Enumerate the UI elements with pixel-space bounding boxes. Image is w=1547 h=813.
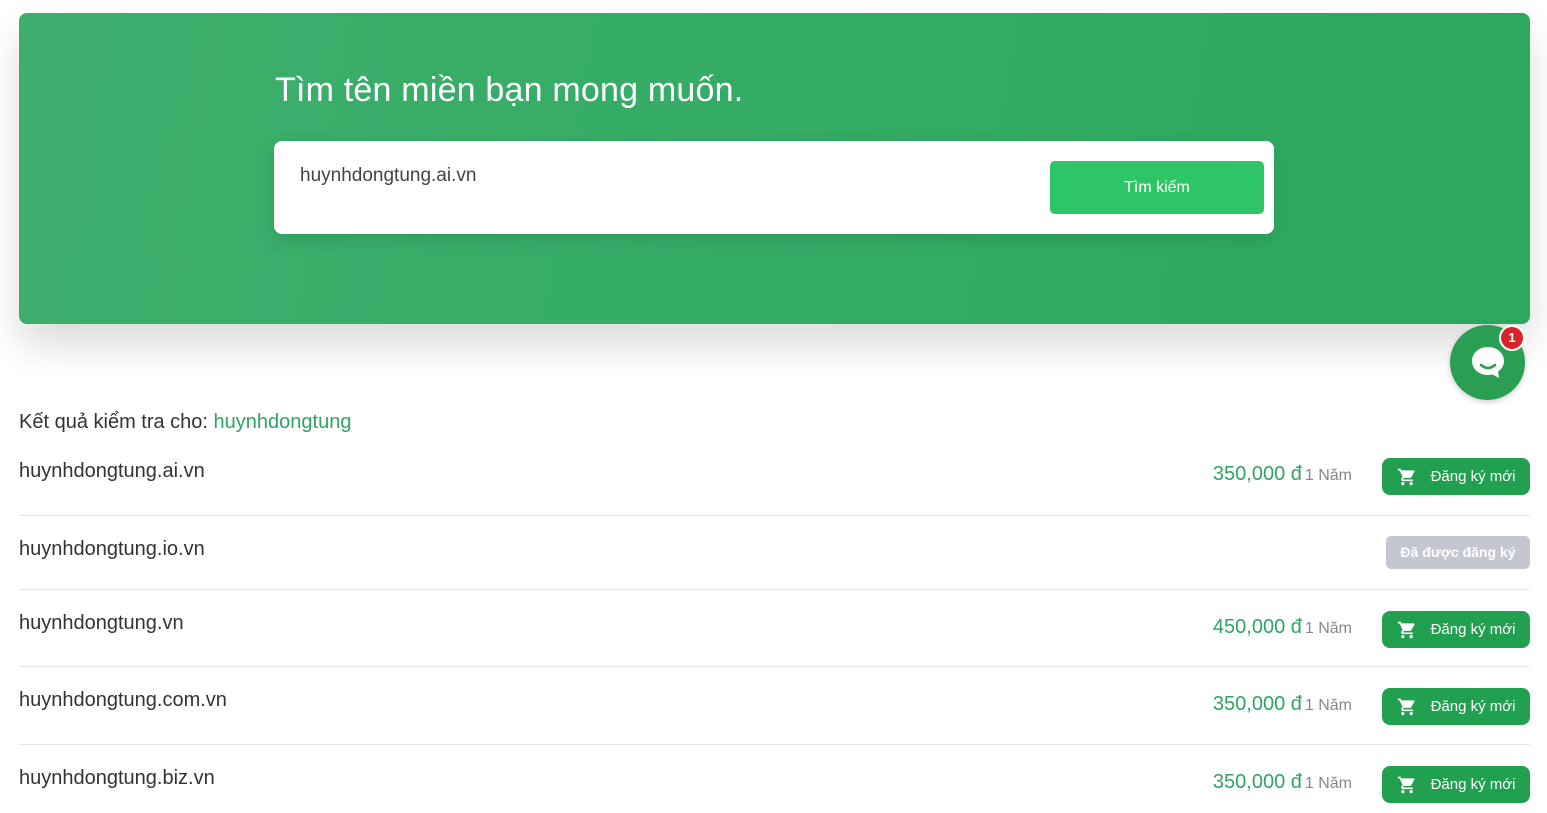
search-button[interactable]: Tìm kiếm	[1050, 161, 1264, 214]
register-button[interactable]: Đăng ký mới	[1382, 611, 1530, 648]
cart-icon	[1397, 467, 1417, 487]
domain-name: huynhdongtung.ai.vn	[19, 460, 205, 482]
result-row: huynhdongtung.vn 450,000 đ1 Năm Đăng ký mớ…	[19, 590, 1530, 667]
domain-price: 450,000 đ	[1212, 616, 1302, 638]
cart-icon	[1397, 697, 1417, 717]
register-button[interactable]: Đăng ký mới	[1382, 766, 1530, 803]
result-row: huynhdongtung.com.vn 350,000 đ1 Năm Đăng k…	[19, 667, 1530, 745]
results-heading: Kết quả kiểm tra cho: huynhdongtung	[19, 411, 351, 434]
register-label: Đăng ký mới	[1430, 776, 1516, 793]
domain-search-input[interactable]	[300, 161, 1020, 191]
domain-name: huynhdongtung.biz.vn	[19, 767, 215, 789]
price-period: 1 Năm	[1304, 775, 1352, 792]
price-group: 450,000 đ1 Năm	[1213, 616, 1352, 639]
chat-bubble-icon	[1472, 347, 1504, 378]
results-heading-label: Kết quả kiểm tra cho:	[19, 411, 208, 433]
price-period: 1 Năm	[1304, 697, 1352, 714]
result-row: huynhdongtung.biz.vn 350,000 đ1 Năm Đăng k…	[19, 745, 1530, 813]
price-group: 350,000 đ1 Năm	[1213, 771, 1352, 794]
register-button[interactable]: Đăng ký mới	[1382, 458, 1530, 495]
register-label: Đăng ký mới	[1430, 468, 1516, 485]
price-period: 1 Năm	[1304, 467, 1352, 484]
domain-price: 350,000 đ	[1212, 463, 1302, 485]
results-keyword: huynhdongtung	[213, 411, 352, 433]
register-button[interactable]: Đăng ký mới	[1382, 688, 1530, 725]
price-period: 1 Năm	[1304, 620, 1352, 637]
price-group: 350,000 đ1 Năm	[1213, 693, 1352, 716]
chat-notification-badge: 1	[1499, 325, 1525, 351]
domain-search-hero: Tìm tên miền bạn mong muốn. Tìm kiếm	[19, 13, 1530, 324]
price-group: 350,000 đ1 Năm	[1213, 463, 1352, 486]
cart-icon	[1397, 620, 1417, 640]
chat-widget-button[interactable]: 1	[1450, 325, 1525, 400]
hero-title: Tìm tên miền bạn mong muốn.	[275, 71, 744, 109]
domain-price: 350,000 đ	[1212, 693, 1302, 715]
registered-badge: Đã được đăng ký	[1386, 536, 1530, 569]
register-label: Đăng ký mới	[1430, 698, 1516, 715]
register-label: Đăng ký mới	[1430, 621, 1516, 638]
domain-name: huynhdongtung.com.vn	[19, 689, 227, 711]
result-row: huynhdongtung.ai.vn 350,000 đ1 Năm Đăng ký…	[19, 446, 1530, 516]
search-box: Tìm kiếm	[274, 141, 1274, 234]
result-row: huynhdongtung.io.vn Đã được đăng ký	[19, 516, 1530, 590]
cart-icon	[1397, 775, 1417, 795]
domain-price: 350,000 đ	[1212, 771, 1302, 793]
domain-name: huynhdongtung.vn	[19, 612, 184, 634]
domain-name: huynhdongtung.io.vn	[19, 538, 205, 560]
